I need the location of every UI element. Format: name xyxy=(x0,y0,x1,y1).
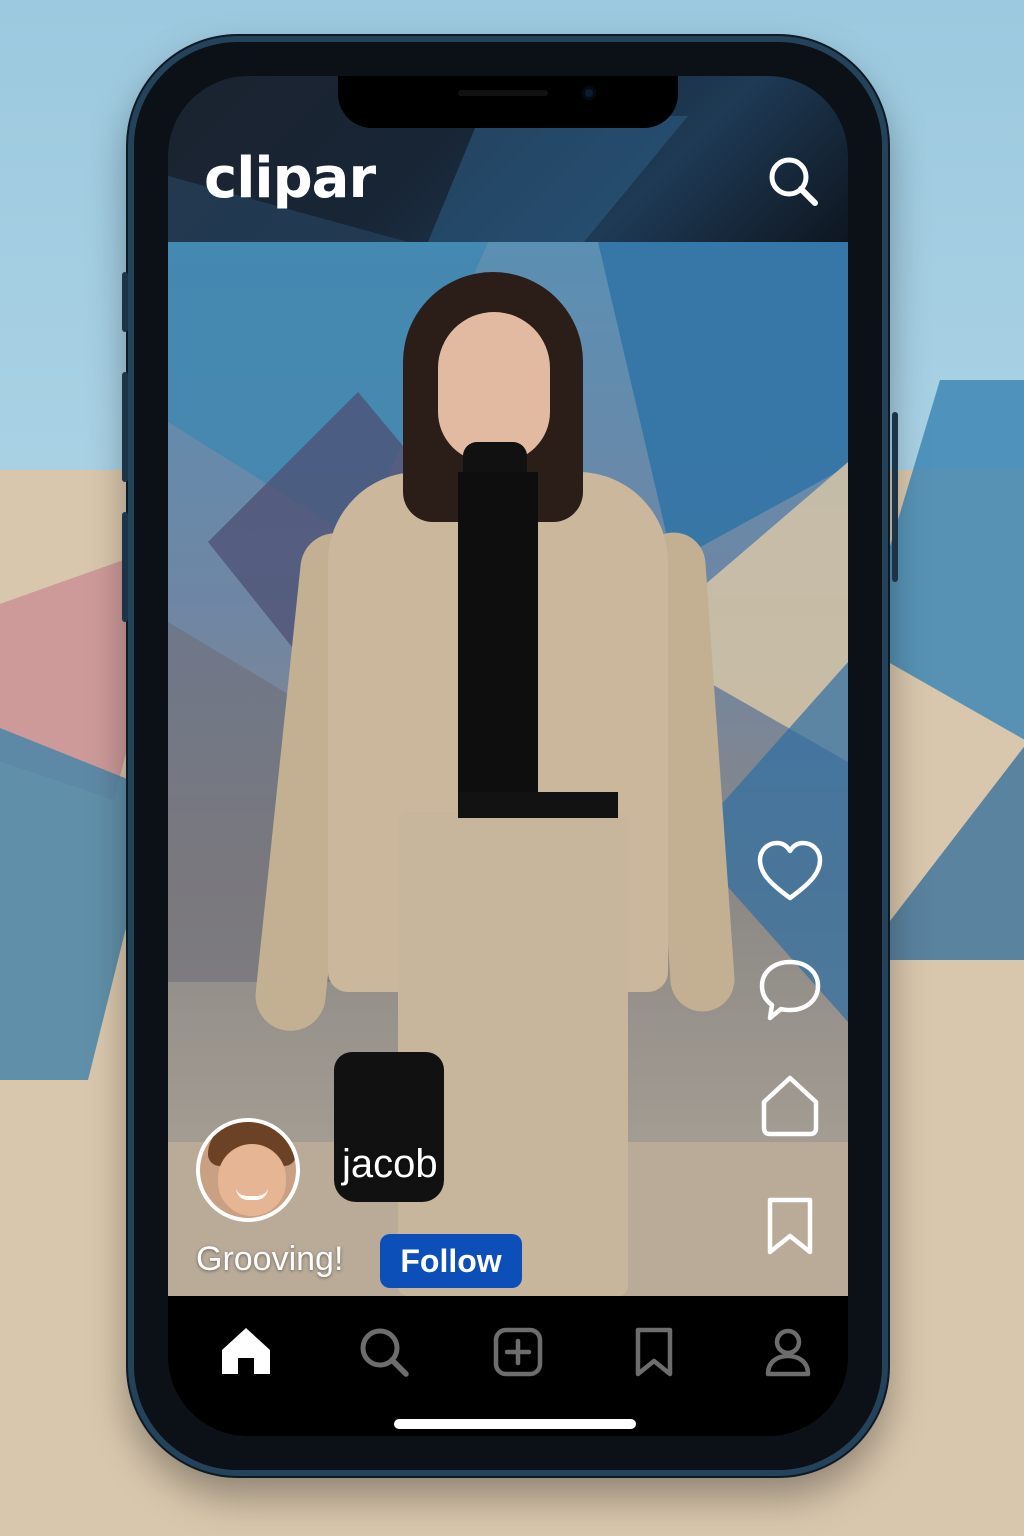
avatar-face xyxy=(218,1144,286,1216)
comment-icon xyxy=(759,959,821,1021)
model-figure xyxy=(252,272,737,1296)
search-button[interactable] xyxy=(766,154,820,208)
phone-frame: clipar jacob Grooving! Follow xyxy=(122,36,898,1476)
save-button[interactable] xyxy=(754,1190,826,1262)
avatar[interactable] xyxy=(196,1118,300,1222)
phone-screen: clipar jacob Grooving! Follow xyxy=(168,76,848,1436)
username[interactable]: jacob xyxy=(342,1142,438,1187)
app-logo[interactable]: clipar xyxy=(204,146,376,211)
add-icon xyxy=(493,1327,543,1377)
profile-icon xyxy=(765,1328,811,1377)
share-button[interactable] xyxy=(754,1072,826,1144)
nav-home[interactable] xyxy=(218,1324,274,1380)
nav-create[interactable] xyxy=(490,1324,546,1380)
nav-search[interactable] xyxy=(356,1324,412,1380)
bookmark-icon xyxy=(767,1197,813,1255)
nav-profile[interactable] xyxy=(760,1324,816,1380)
bookmark-icon xyxy=(635,1327,673,1377)
search-icon xyxy=(360,1328,409,1377)
volume-up-button xyxy=(122,372,128,482)
follow-button[interactable]: Follow xyxy=(380,1234,522,1288)
comment-button[interactable] xyxy=(754,954,826,1026)
camera-icon xyxy=(582,86,596,100)
model-top xyxy=(458,472,538,792)
model-belt xyxy=(458,792,618,818)
volume-down-button xyxy=(122,512,128,622)
power-button xyxy=(892,412,898,582)
search-icon xyxy=(769,157,818,206)
share-icon xyxy=(761,1075,819,1137)
home-indicator[interactable] xyxy=(394,1419,636,1429)
model-face xyxy=(438,312,550,462)
heart-icon xyxy=(757,840,823,901)
speaker xyxy=(458,90,548,96)
nav-saved[interactable] xyxy=(626,1324,682,1380)
side-button xyxy=(122,272,128,332)
header-backdrop-shape xyxy=(428,116,688,242)
action-rail xyxy=(754,836,826,1308)
notch xyxy=(338,76,678,128)
home-icon xyxy=(222,1328,270,1374)
post-caption: Grooving! xyxy=(196,1240,344,1278)
bottom-nav xyxy=(168,1296,848,1436)
like-button[interactable] xyxy=(754,836,826,908)
